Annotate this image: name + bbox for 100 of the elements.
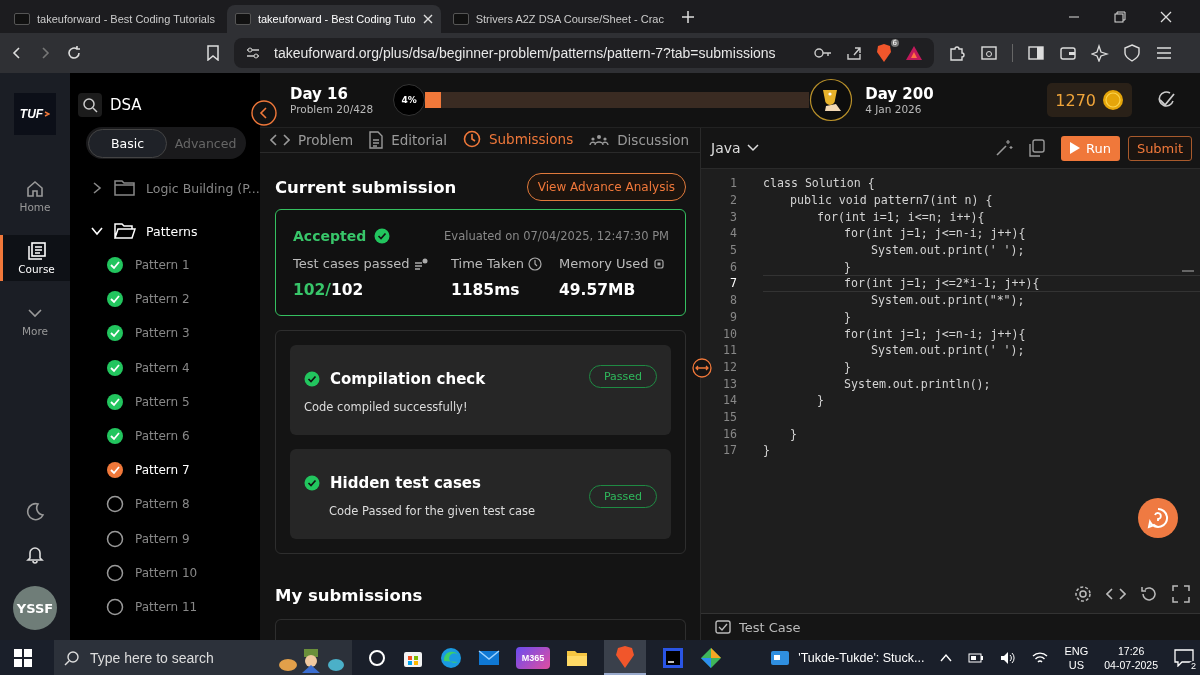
news-icon: [770, 648, 791, 667]
bookmark-icon[interactable]: [206, 45, 220, 61]
fullscreen-icon[interactable]: [1172, 585, 1190, 603]
browser-tab[interactable]: Strivers A2Z DSA Course/Sheet - Crac: [444, 5, 672, 33]
play-icon: [1069, 142, 1080, 154]
test-case-bar[interactable]: Test Case: [701, 613, 1200, 640]
browser-tab[interactable]: takeuforward - Best Coding Tuto: [226, 5, 441, 33]
problem-item[interactable]: Pattern 10: [90, 561, 260, 584]
folder-item[interactable]: Logic Building (P...: [90, 177, 260, 199]
problem-item[interactable]: Pattern 4: [90, 356, 260, 379]
avatar[interactable]: YSSF: [13, 586, 57, 630]
moon-icon[interactable]: [25, 502, 45, 522]
analysis-button[interactable]: View Advance Analysis: [526, 173, 686, 201]
code-line: System.out.print("*");: [871, 293, 1025, 308]
code-icon: [270, 133, 290, 147]
edge-icon[interactable]: [440, 646, 462, 669]
nav-item[interactable]: Home: [0, 173, 70, 219]
problem-item[interactable]: Pattern 2: [90, 288, 260, 311]
chat-help-icon[interactable]: [1138, 498, 1178, 538]
check-title: Hidden test cases: [330, 474, 481, 492]
shield-icon[interactable]: [1123, 44, 1141, 62]
close-icon[interactable]: [422, 14, 433, 24]
folder-item[interactable]: Patterns: [90, 220, 260, 242]
reload-icon[interactable]: [66, 45, 82, 61]
collapse-icon[interactable]: [251, 100, 277, 126]
panel-tab[interactable]: Editorial: [369, 128, 447, 152]
sidebar-icon[interactable]: [1027, 44, 1045, 62]
minimap-marker: [1182, 270, 1194, 272]
close-icon[interactable]: [1160, 10, 1172, 23]
problem-item[interactable]: Pattern 6: [90, 424, 260, 447]
problem-item[interactable]: Pattern 5: [90, 390, 260, 413]
browser-tab[interactable]: takeuforward - Best Coding Tutorials: [6, 5, 223, 33]
site-favicon-icon: [452, 13, 469, 25]
settings-icon[interactable]: [1074, 585, 1092, 603]
search-field[interactable]: Type here to search: [54, 640, 352, 675]
check-detail: Code compiled successfully!: [304, 400, 469, 414]
wallet-icon[interactable]: [1059, 44, 1077, 62]
nav-item[interactable]: More: [0, 297, 70, 343]
battery-icon[interactable]: [968, 651, 985, 664]
submit-button[interactable]: Submit: [1127, 135, 1192, 161]
windows-start-icon[interactable]: [14, 648, 32, 667]
share-icon[interactable]: [846, 45, 862, 61]
bell-icon[interactable]: [25, 544, 45, 564]
line-number: 4: [729, 226, 737, 241]
language-dropdown[interactable]: Java: [711, 140, 759, 156]
problem-item[interactable]: Pattern 11: [90, 595, 260, 618]
code-line: for(int j=1; j<=n-i; j++){: [844, 326, 1026, 341]
logo[interactable]: TUF: [14, 93, 56, 135]
triangle-icon[interactable]: [906, 46, 922, 60]
section-heading: Current submission: [275, 177, 457, 197]
ide-icon[interactable]: [662, 646, 684, 669]
language-indicator[interactable]: ENG US: [1064, 643, 1089, 672]
history-icon[interactable]: [1140, 585, 1158, 603]
resize-handle-icon[interactable]: [692, 358, 712, 378]
puzzle-icon[interactable]: [948, 44, 966, 62]
task-view-icon[interactable]: [368, 648, 386, 667]
problem-item[interactable]: Pattern 1: [90, 254, 260, 276]
coins-badge[interactable]: 1270: [1047, 83, 1132, 117]
line-number: 16: [722, 426, 737, 441]
evaluated-time: Evaluated on 07/04/2025, 12:47:30 PM: [444, 229, 669, 243]
news-widget[interactable]: 'Tukde-Tukde': Stuck...: [770, 648, 925, 667]
panel-tab[interactable]: Submissions: [462, 128, 574, 152]
key-icon[interactable]: [814, 47, 832, 59]
stat-label: Time Taken: [451, 256, 524, 271]
code-icon[interactable]: [1106, 587, 1126, 601]
trophy-icon: [809, 78, 854, 122]
problem-item[interactable]: Pattern 3: [90, 322, 260, 345]
lion-shield-icon[interactable]: [876, 44, 892, 62]
panel-tab[interactable]: Discussion: [589, 128, 689, 152]
speaker-icon[interactable]: [1000, 650, 1017, 665]
diamond-app-icon[interactable]: [700, 646, 722, 669]
taskbar-app[interactable]: [604, 640, 646, 675]
problem-item[interactable]: Pattern 7: [90, 459, 260, 482]
panel-tab[interactable]: Problem: [270, 128, 354, 152]
notifications-button[interactable]: 2: [1174, 648, 1194, 667]
check-title: Compilation check: [330, 370, 486, 388]
code-line: }: [790, 426, 797, 441]
app-icon[interactable]: M365: [516, 646, 550, 669]
check-circle-icon: [304, 475, 320, 491]
image-search-icon[interactable]: [980, 44, 998, 62]
status-label: Accepted: [293, 228, 367, 244]
magic-wand-icon[interactable]: [994, 139, 1013, 157]
chevron-up-icon[interactable]: [940, 652, 953, 663]
problem-item[interactable]: Pattern 8: [90, 493, 260, 516]
copy-icon[interactable]: [1028, 139, 1045, 157]
new-tab-icon[interactable]: [681, 10, 694, 23]
problem-item[interactable]: Pattern 9: [90, 527, 260, 550]
line-number: 6: [729, 259, 737, 274]
line-number: 9: [729, 309, 737, 324]
nav-item[interactable]: Course: [0, 235, 70, 281]
wifi-icon[interactable]: [1032, 650, 1049, 665]
site-settings-icon[interactable]: [246, 46, 260, 60]
menu-icon[interactable]: [1155, 44, 1173, 62]
restore-icon[interactable]: [1114, 10, 1126, 23]
clock[interactable]: 17:26 04-07-2025: [1104, 643, 1158, 672]
sparkle-icon[interactable]: [1091, 44, 1109, 62]
segment-tab[interactable]: Basic: [88, 128, 167, 158]
code-line: System.out.print(' ');: [871, 343, 1025, 358]
line-number: 1: [729, 176, 737, 191]
search-button[interactable]: [78, 93, 102, 117]
